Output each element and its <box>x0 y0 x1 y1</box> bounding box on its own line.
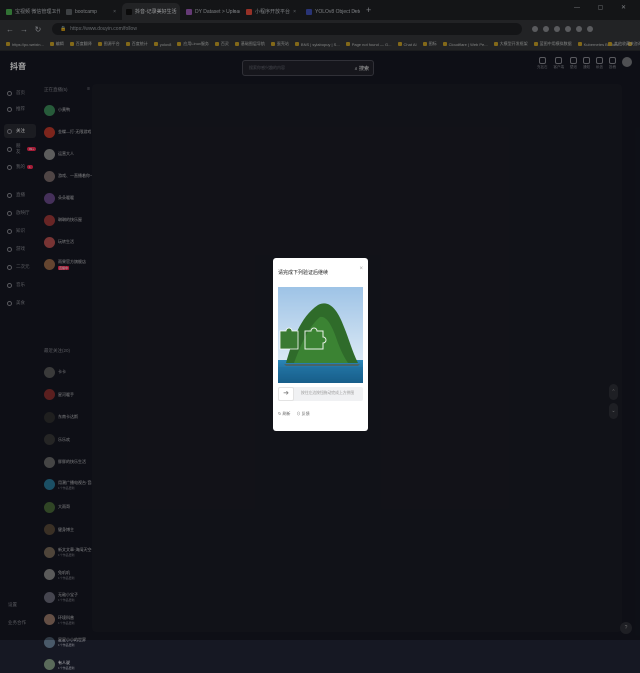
feedback-button[interactable]: ⊙ 反馈 <box>296 411 309 417</box>
feedback-label: 反馈 <box>301 411 310 416</box>
slider-hint: 按住左边按钮拖动完成上方拼图 <box>301 391 355 395</box>
refresh-button[interactable]: ↻ 刷新 <box>278 411 290 417</box>
captcha-puzzle-image <box>278 287 363 383</box>
slider-arrow-icon[interactable]: ➜ <box>278 387 294 401</box>
feedback-icon: ⊙ <box>296 411 301 416</box>
captcha-slider[interactable]: ➜ 按住左边按钮拖动完成上方拼图 <box>278 387 363 401</box>
captcha-title: 请完成下列验证后继续 <box>278 270 329 276</box>
puzzle-piece[interactable] <box>279 327 299 350</box>
update-status: 1个作品更新 <box>58 643 75 647</box>
follow-list-item[interactable]: 有人说 1个作品更新 <box>44 657 92 673</box>
captcha-dialog: 请完成下列验证后继续 × ➜ 按住左边按钮拖动完成上方拼图 ↻ 刷新 ⊙ 反馈 <box>273 258 368 431</box>
close-icon[interactable]: × <box>359 266 363 272</box>
island-image <box>278 287 363 383</box>
update-status: 1个作品更新 <box>58 665 75 670</box>
follow-item-text: 有人说 1个作品更新 <box>58 660 75 670</box>
refresh-label: 刷新 <box>282 411 291 416</box>
avatar <box>44 659 55 670</box>
captcha-footer: ↻ 刷新 ⊙ 反馈 <box>278 411 310 417</box>
refresh-icon: ↻ <box>278 411 282 416</box>
